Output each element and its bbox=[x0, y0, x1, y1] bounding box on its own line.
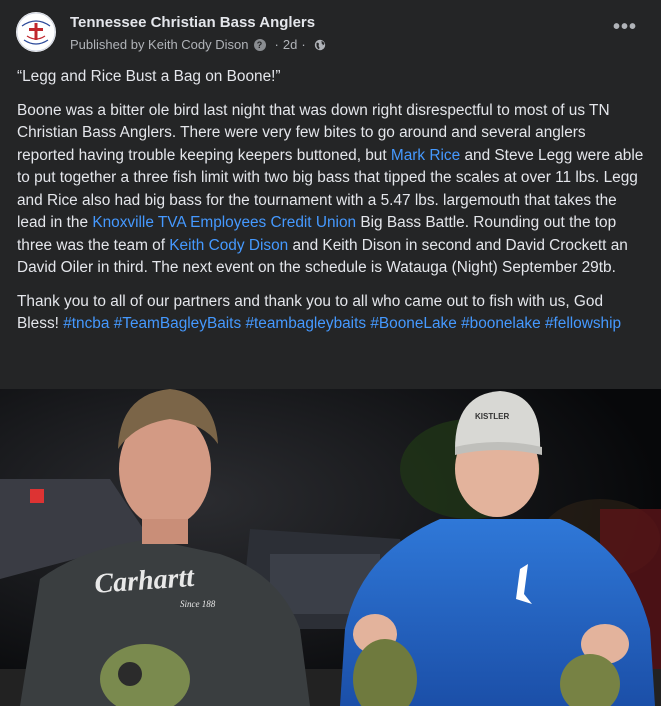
shirt-sub-text: Since 188 bbox=[180, 599, 216, 609]
published-by[interactable]: Published by Keith Cody Dison bbox=[70, 37, 249, 52]
post-title: “Legg and Rice Bust a Bag on Boone!” bbox=[17, 68, 281, 85]
post-meta: Published by Keith Cody Dison ? · 2d · bbox=[70, 37, 326, 52]
text-link[interactable]: #tncba bbox=[63, 315, 109, 332]
text-link[interactable]: #BooneLake bbox=[370, 315, 456, 332]
post-header: Tennessee Christian Bass Anglers Publish… bbox=[0, 0, 661, 62]
separator-dot: · bbox=[301, 37, 306, 52]
globe-icon[interactable] bbox=[314, 39, 326, 51]
logo-icon bbox=[16, 12, 56, 52]
text-link[interactable]: Mark Rice bbox=[391, 147, 460, 164]
separator-dot: · bbox=[274, 37, 279, 52]
more-options-button[interactable]: ••• bbox=[611, 17, 639, 44]
page-avatar[interactable] bbox=[16, 12, 56, 52]
post-text: “Legg and Rice Bust a Bag on Boone!” Boo… bbox=[17, 66, 645, 347]
text-link[interactable]: #fellowship bbox=[545, 315, 621, 332]
question-icon[interactable]: ? bbox=[253, 38, 266, 51]
post-photo[interactable]: Carhartt Since 188 KISTLER bbox=[0, 389, 661, 706]
anglers-photo: Carhartt Since 188 KISTLER bbox=[0, 389, 661, 706]
text-link[interactable]: #teambagleybaits bbox=[245, 315, 366, 332]
post-time[interactable]: 2d bbox=[283, 37, 297, 52]
text-link[interactable]: Knoxville TVA Employees Credit Union bbox=[92, 214, 356, 231]
text-link[interactable]: Keith Cody Dison bbox=[169, 237, 288, 254]
post-paragraph-1: Boone was a bitter ole bird last night t… bbox=[17, 100, 645, 280]
post-paragraph-2: Thank you to all of our partners and tha… bbox=[17, 291, 645, 336]
page-name-link[interactable]: Tennessee Christian Bass Anglers bbox=[70, 14, 315, 31]
ellipsis-icon: ••• bbox=[612, 16, 637, 38]
text-link[interactable]: #TeamBagleyBaits bbox=[114, 315, 241, 332]
text-link[interactable]: #boonelake bbox=[461, 315, 541, 332]
cap-brand-text: KISTLER bbox=[475, 412, 509, 421]
